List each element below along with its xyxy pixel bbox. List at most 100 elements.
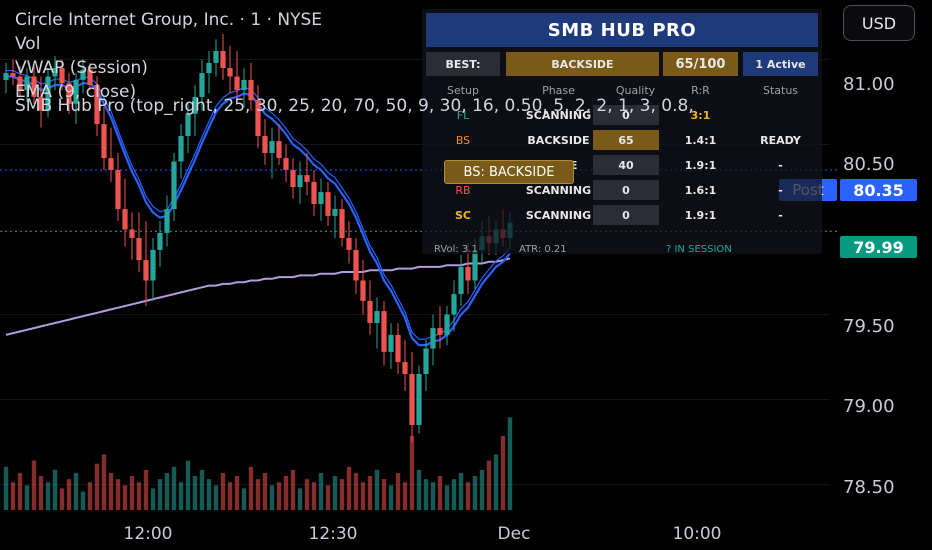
candle-body	[360, 280, 366, 301]
candle-body	[178, 136, 184, 162]
volume-bar	[437, 476, 443, 510]
row-rr: 1.9:1	[684, 158, 717, 172]
volume-bar	[87, 482, 93, 510]
y-axis-label: 81.00	[843, 74, 895, 95]
chart-legend: Circle Internet Group, Inc. · 1 · NYSE V…	[15, 8, 322, 104]
active-count: 1 Active	[743, 52, 818, 76]
volume-bar	[80, 491, 86, 510]
legend-vwap[interactable]: VWAP (Session)	[15, 56, 322, 80]
volume-bar	[374, 469, 380, 510]
smb-hub-panel: SMB HUB PRO BEST: BACKSIDE 65/100 1 Acti…	[422, 9, 822, 255]
candle-body	[339, 209, 345, 238]
smb-hub-title: SMB HUB PRO	[426, 13, 818, 47]
x-axis-label: 12:00	[123, 524, 173, 544]
volume-bar	[108, 472, 114, 510]
candle-body	[374, 311, 380, 323]
volume-bar	[388, 485, 394, 510]
volume-bar	[178, 482, 184, 510]
best-score: 65/100	[663, 52, 738, 76]
candle-body	[409, 374, 415, 425]
volume-bar	[10, 482, 16, 510]
candle-body	[311, 181, 317, 204]
candle-body	[353, 249, 359, 281]
volume-bar	[311, 482, 317, 510]
volume-bar	[38, 476, 44, 510]
volume-bar	[430, 482, 436, 510]
candle-body	[318, 192, 324, 204]
row-status: -	[778, 208, 783, 222]
candle-body	[101, 124, 107, 159]
y-axis-label: 79.50	[843, 316, 895, 337]
volume-bar	[122, 485, 128, 510]
x-axis-label: Dec	[497, 524, 531, 544]
volume-bar	[31, 460, 37, 510]
candle-body	[122, 209, 128, 230]
candle-body	[430, 328, 436, 349]
volume-bar	[493, 454, 499, 510]
volume-bar	[262, 472, 268, 510]
volume-bar	[304, 479, 310, 510]
volume-bar	[416, 469, 422, 510]
volume-bar	[269, 485, 275, 510]
candle-body	[157, 232, 163, 250]
symbol-title[interactable]: Circle Internet Group, Inc. · 1 · NYSE	[15, 8, 322, 32]
candle-body	[115, 170, 121, 210]
candle-body	[297, 175, 303, 187]
candle-body	[3, 73, 9, 80]
volume-bar	[402, 482, 408, 510]
volume-bar	[17, 472, 23, 510]
volume-bar	[3, 466, 9, 510]
volume-bar	[332, 476, 338, 510]
volume-bar	[339, 479, 345, 510]
volume-bar	[248, 466, 254, 510]
volume-bar	[59, 488, 65, 510]
row-rr: 1.6:1	[684, 183, 717, 197]
candle-body	[346, 238, 352, 250]
row-status: READY	[760, 133, 801, 147]
volume-bar	[318, 472, 324, 510]
row-setup: SC	[455, 208, 471, 222]
volume-bar	[199, 469, 205, 510]
volume-bar	[66, 479, 72, 510]
volume-bar	[241, 488, 247, 510]
candle-body	[367, 300, 373, 323]
volume-bar	[73, 472, 79, 510]
candle-body	[283, 158, 289, 170]
candle-body	[388, 334, 394, 352]
volume-bar	[486, 460, 492, 510]
candle-body	[290, 170, 296, 187]
volume-bar	[458, 472, 464, 510]
post-price-tag: 80.35	[840, 179, 917, 201]
candle-body	[304, 175, 310, 182]
row-quality: 40	[593, 155, 659, 175]
candle-body	[381, 311, 387, 352]
candle-body	[416, 374, 422, 425]
candle-body	[437, 328, 443, 335]
candle-body	[332, 209, 338, 216]
volume-bar	[150, 488, 156, 510]
legend-smb-hub[interactable]: SMB Hub Pro (top_right, 25, 30, 25, 20, …	[15, 96, 694, 116]
volume-bar	[423, 479, 429, 510]
volume-bar	[290, 469, 296, 510]
volume-bar	[360, 482, 366, 510]
vwap-line	[5, 257, 511, 336]
candle-body	[185, 113, 191, 136]
currency-button[interactable]: USD	[843, 5, 915, 41]
volume-bar	[479, 469, 485, 510]
row-quality: 65	[593, 130, 659, 150]
y-axis-label: 79.00	[843, 396, 895, 417]
legend-vol[interactable]: Vol	[15, 32, 322, 56]
volume-bar	[381, 479, 387, 510]
volume-bar	[346, 466, 352, 510]
volume-bar	[185, 460, 191, 510]
row-status: -	[778, 158, 783, 172]
row-rr: 1.4:1	[684, 133, 717, 147]
volume-bar	[451, 479, 457, 510]
volume-bar	[472, 476, 478, 510]
row-quality: 0	[593, 180, 659, 200]
volume-bar	[227, 482, 233, 510]
session-status: ? IN SESSION	[666, 244, 732, 255]
row-rr: 1.9:1	[684, 208, 717, 222]
volume-bar	[213, 485, 219, 510]
best-value: BACKSIDE	[506, 52, 659, 76]
